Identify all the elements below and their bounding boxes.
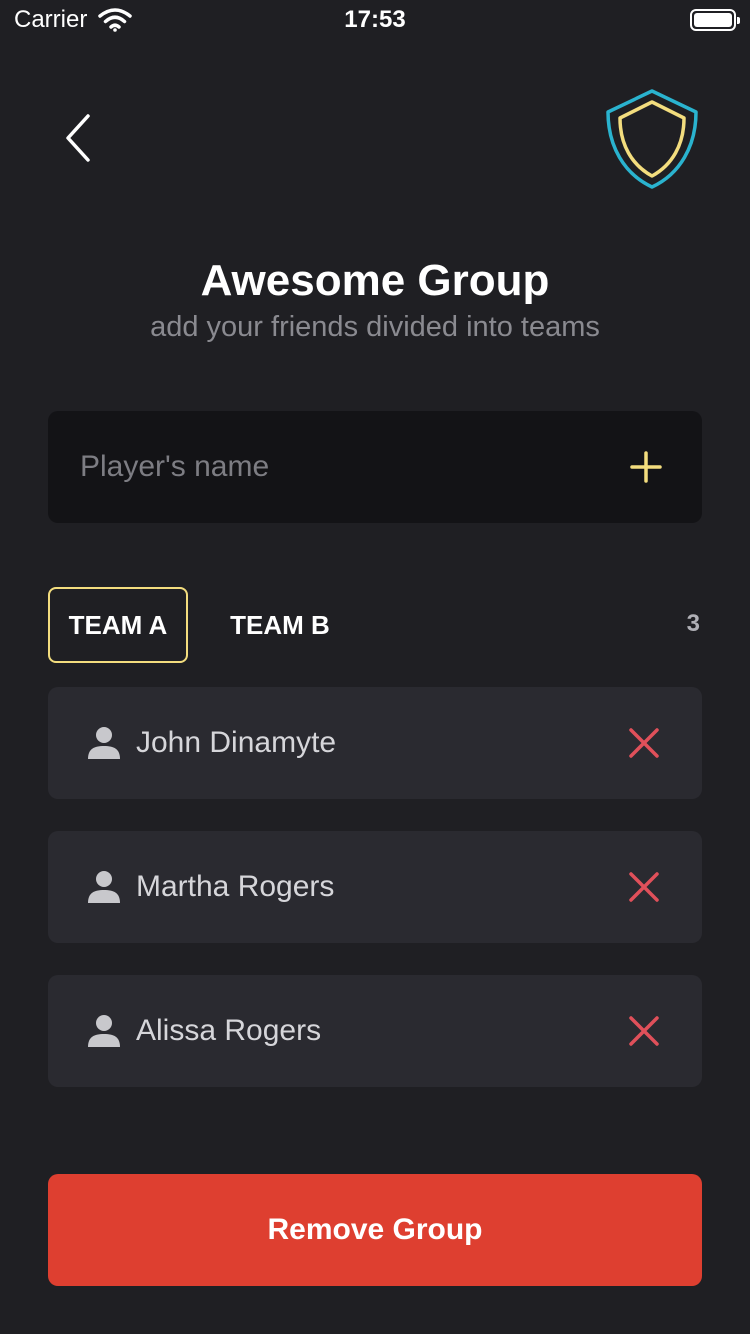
close-icon bbox=[629, 1016, 659, 1046]
status-bar: Carrier 17:53 bbox=[0, 0, 750, 40]
player-row: Alissa Rogers bbox=[48, 975, 702, 1087]
player-input-box bbox=[48, 411, 702, 523]
back-button[interactable] bbox=[58, 112, 102, 164]
status-time: 17:53 bbox=[344, 6, 406, 33]
shield-icon bbox=[606, 89, 698, 189]
tab-team-a[interactable]: TEAM A bbox=[48, 587, 188, 663]
team-count: 3 bbox=[686, 610, 700, 637]
player-name: Martha Rogers bbox=[136, 870, 335, 903]
chevron-left-icon bbox=[66, 114, 90, 162]
tab-team-b[interactable]: TEAM B bbox=[212, 587, 348, 663]
person-icon bbox=[88, 1015, 120, 1047]
battery-icon bbox=[690, 9, 740, 31]
player-name-input[interactable] bbox=[80, 411, 600, 523]
remove-group-button[interactable]: Remove Group bbox=[48, 1174, 702, 1286]
player-row: Martha Rogers bbox=[48, 831, 702, 943]
player-name: Alissa Rogers bbox=[136, 1014, 322, 1047]
player-name: John Dinamyte bbox=[136, 726, 337, 759]
plus-icon bbox=[630, 451, 662, 483]
remove-player-button[interactable] bbox=[626, 725, 662, 761]
player-row: John Dinamyte bbox=[48, 687, 702, 799]
group-screen: Carrier 17:53 Awesome Group add your fri… bbox=[0, 0, 750, 1334]
person-icon bbox=[88, 727, 120, 759]
close-icon bbox=[629, 872, 659, 902]
close-icon bbox=[629, 728, 659, 758]
person-icon bbox=[88, 871, 120, 903]
remove-player-button[interactable] bbox=[626, 869, 662, 905]
remove-player-button[interactable] bbox=[626, 1013, 662, 1049]
page-subtitle: add your friends divided into teams bbox=[150, 311, 600, 343]
add-player-button[interactable] bbox=[626, 447, 666, 487]
page-title: Awesome Group bbox=[200, 256, 550, 305]
